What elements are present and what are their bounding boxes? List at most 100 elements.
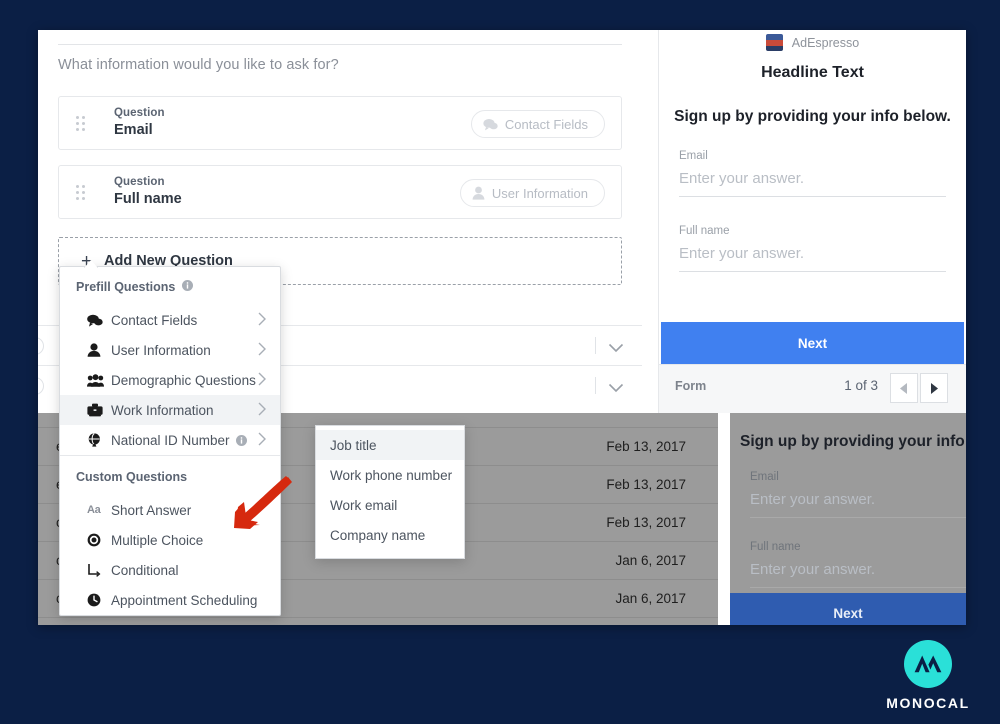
triangle-left-icon [900,382,907,394]
question-text: Question Full name [114,176,182,207]
question-type-menu: Prefill Questions Contact Fields User In… [59,266,281,616]
menu-item-label: Demographic Questions [111,372,256,388]
row-divider [595,377,596,394]
question-type-pill[interactable]: User Information [459,179,605,207]
field-input[interactable]: Enter your answer. [679,170,946,197]
menu-item-label: Conditional [111,562,179,578]
menu-item-demographic-questions[interactable]: Demographic Questions [60,365,280,395]
dimmed-subheadline: Sign up by providing your info [740,433,965,450]
row-date: Feb 13, 2017 [606,439,686,454]
preview-headline: Headline Text [761,64,864,81]
annotation-arrow-icon [224,476,294,537]
field-input[interactable]: Enter your answer. [679,245,946,272]
step-circle-icon [38,337,44,355]
menu-item-label: National ID Number [111,432,230,448]
menu-item-label: Appointment Scheduling [111,592,258,608]
ask-prompt-label: What information would you like to ask f… [58,57,339,73]
monocal-logo: MONOCAL [880,640,976,711]
chevron-down-icon[interactable] [608,340,624,358]
avatar [765,34,783,51]
dimmed-field: Full name Enter your answer. [750,541,966,588]
preview-prev-button[interactable] [890,373,918,403]
chevron-right-icon [258,372,266,389]
triangle-right-icon [931,382,938,394]
pill-label: Contact Fields [504,116,588,132]
drag-handle-icon[interactable] [76,185,85,200]
preview-subheadline: Sign up by providing your info below. [674,108,951,125]
preview-field: Full name Enter your answer. [679,225,946,272]
globe-icon [87,433,109,447]
chevron-right-icon [258,432,266,449]
question-kicker: Question [114,107,165,119]
chevron-right-icon [258,402,266,419]
question-kicker: Question [114,176,165,188]
brand-name: AdEspresso [791,35,860,50]
chevron-right-icon [258,312,266,329]
ad-preview-panel: AdEspresso Headline Text Sign up by prov… [658,30,966,413]
mountain-m-icon [904,640,952,688]
preview-field: Email Enter your answer. [679,150,946,197]
menu-item-national-id-number[interactable]: National ID Number [60,425,280,455]
preview-brand-row: AdEspresso [659,34,966,51]
submenu-item-company-name[interactable]: Company name [316,520,464,550]
work-information-submenu: Job title Work phone number Work email C… [315,425,465,559]
chevron-down-icon[interactable] [608,380,624,398]
menu-item-label: Multiple Choice [111,532,204,548]
screenshot-frame: What information would you like to ask f… [38,30,966,625]
menu-item-contact-fields[interactable]: Contact Fields [60,305,280,335]
menu-item-label: Work Information [111,402,214,418]
field-input: Enter your answer. [750,561,966,588]
field-label: Email [750,471,779,483]
chat-bubbles-icon [87,314,109,327]
footer-label: Form [675,379,707,393]
dimmed-field: Email Enter your answer. [750,471,966,518]
row-date: Feb 13, 2017 [606,477,686,492]
question-card[interactable]: Question Full name User Information [58,165,622,219]
pill-label: User Information [491,185,588,201]
person-icon [87,343,109,357]
custom-header-label: Custom Questions [76,470,188,484]
submenu-item-work-phone-number[interactable]: Work phone number [316,460,464,490]
row-date: Feb 13, 2017 [606,515,686,530]
info-icon[interactable] [235,434,247,446]
prefill-questions-header: Prefill Questions [60,267,280,305]
field-input: Enter your answer. [750,491,966,518]
preview-next-button[interactable]: Next [661,322,964,364]
menu-item-user-information[interactable]: User Information [60,335,280,365]
briefcase-icon [87,403,109,417]
row-divider [595,337,596,354]
row-date: Jan 6, 2017 [615,591,686,606]
chat-bubbles-icon [483,118,498,131]
menu-item-label: User Information [111,342,211,358]
question-text: Question Email [114,107,165,138]
group-icon [87,373,109,387]
dimmed-preview-panel: Sign up by providing your info Email Ent… [730,413,966,625]
question-card[interactable]: Question Email Contact Fields [58,96,622,150]
text-aa-icon: Aa [87,504,101,516]
radio-icon [87,533,109,547]
logo-text: MONOCAL [886,695,970,711]
info-icon[interactable] [182,280,194,294]
person-icon [472,186,485,200]
field-label: Full name [750,541,801,553]
preview-next-page-button[interactable] [920,373,948,403]
step-circle-icon [38,377,44,395]
dimmed-next-button: Next [730,593,966,625]
question-value: Email [114,122,153,138]
menu-item-conditional[interactable]: Conditional [60,555,280,585]
prefill-header-label: Prefill Questions [76,280,176,294]
question-type-pill[interactable]: Contact Fields [470,110,605,138]
preview-footer: Form 1 of 3 [659,364,966,413]
clock-icon [87,593,109,607]
branch-icon [87,563,109,577]
question-value: Full name [114,191,182,207]
menu-item-appointment-scheduling[interactable]: Appointment Scheduling [60,585,280,615]
submenu-item-work-email[interactable]: Work email [316,490,464,520]
field-label: Email [679,150,708,162]
page-indicator: 1 of 3 [844,378,878,393]
field-label: Full name [679,225,730,237]
menu-item-work-information[interactable]: Work Information [60,395,280,425]
row-date: Jan 6, 2017 [615,553,686,568]
drag-handle-icon[interactable] [76,116,85,131]
submenu-item-job-title[interactable]: Job title [316,430,464,460]
